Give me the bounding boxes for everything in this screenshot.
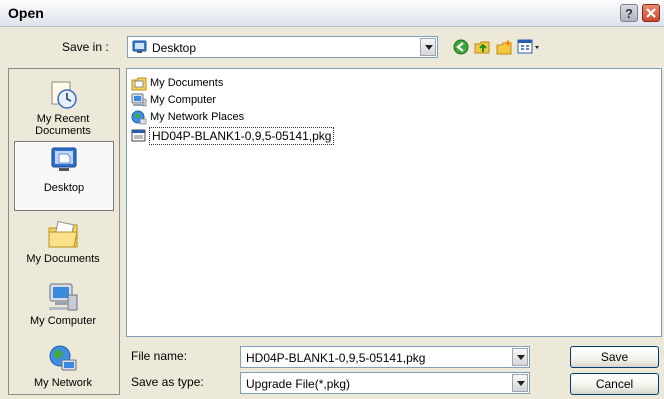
folder-documents-icon	[131, 77, 147, 91]
close-button[interactable]	[642, 4, 660, 22]
place-my-computer[interactable]: My Computer	[14, 281, 112, 327]
file-name-value: HD04P-BLANK1-0,9,5-05141,pkg	[246, 351, 426, 365]
package-file-icon	[131, 129, 146, 142]
save-as-type-label: Save as type:	[131, 375, 204, 389]
place-my-recent-documents[interactable]: My Recent Documents	[14, 79, 112, 137]
chevron-down-icon[interactable]	[420, 38, 436, 56]
my-computer-icon	[49, 283, 78, 311]
place-label: Desktop	[43, 182, 85, 194]
title-bar: Open ?	[0, 0, 664, 27]
new-folder-icon[interactable]	[495, 38, 513, 56]
place-desktop[interactable]: Desktop	[14, 141, 114, 211]
up-folder-icon[interactable]	[473, 38, 491, 56]
chevron-down-icon[interactable]	[512, 348, 528, 366]
file-name: HD04P-BLANK1-0,9,5-05141,pkg	[149, 127, 335, 145]
file-name-field[interactable]: HD04P-BLANK1-0,9,5-05141,pkg	[240, 346, 530, 368]
desktop-icon	[132, 40, 147, 53]
save-button[interactable]: Save	[570, 346, 659, 368]
computer-icon	[131, 93, 147, 107]
network-places-icon	[131, 110, 147, 125]
places-bar: My Recent Documents Desktop My Documents…	[8, 68, 120, 395]
cancel-button[interactable]: Cancel	[570, 373, 659, 395]
help-button[interactable]: ?	[620, 4, 638, 22]
recent-documents-icon	[51, 81, 77, 109]
chevron-down-icon[interactable]	[512, 374, 528, 392]
save-as-type-dropdown[interactable]: Upgrade File(*,pkg)	[240, 372, 530, 394]
window-title: Open	[8, 5, 44, 21]
save-as-type-value: Upgrade File(*,pkg)	[246, 377, 351, 391]
save-in-value: Desktop	[152, 41, 197, 55]
place-label: My Recent Documents	[35, 113, 91, 137]
file-name: My Network Places	[150, 111, 245, 123]
view-menu-icon[interactable]	[517, 38, 541, 56]
place-label: My Computer	[29, 315, 97, 327]
desktop-icon	[51, 147, 77, 171]
network-icon	[49, 345, 77, 371]
place-label: My Network	[33, 377, 93, 389]
place-my-documents[interactable]: My Documents	[14, 219, 112, 265]
save-in-label: Save in :	[62, 40, 109, 54]
file-name: My Documents	[150, 77, 224, 89]
back-icon[interactable]	[452, 38, 470, 56]
place-my-network[interactable]: My Network	[14, 343, 112, 389]
my-documents-icon	[48, 220, 78, 248]
save-in-dropdown[interactable]: Desktop	[127, 36, 438, 58]
file-name-label: File name:	[131, 349, 188, 363]
close-icon	[646, 8, 656, 18]
file-list[interactable]: My Documents My Computer My Network Plac…	[126, 68, 662, 337]
place-label: My Documents	[26, 253, 100, 265]
file-name: My Computer	[150, 94, 217, 106]
